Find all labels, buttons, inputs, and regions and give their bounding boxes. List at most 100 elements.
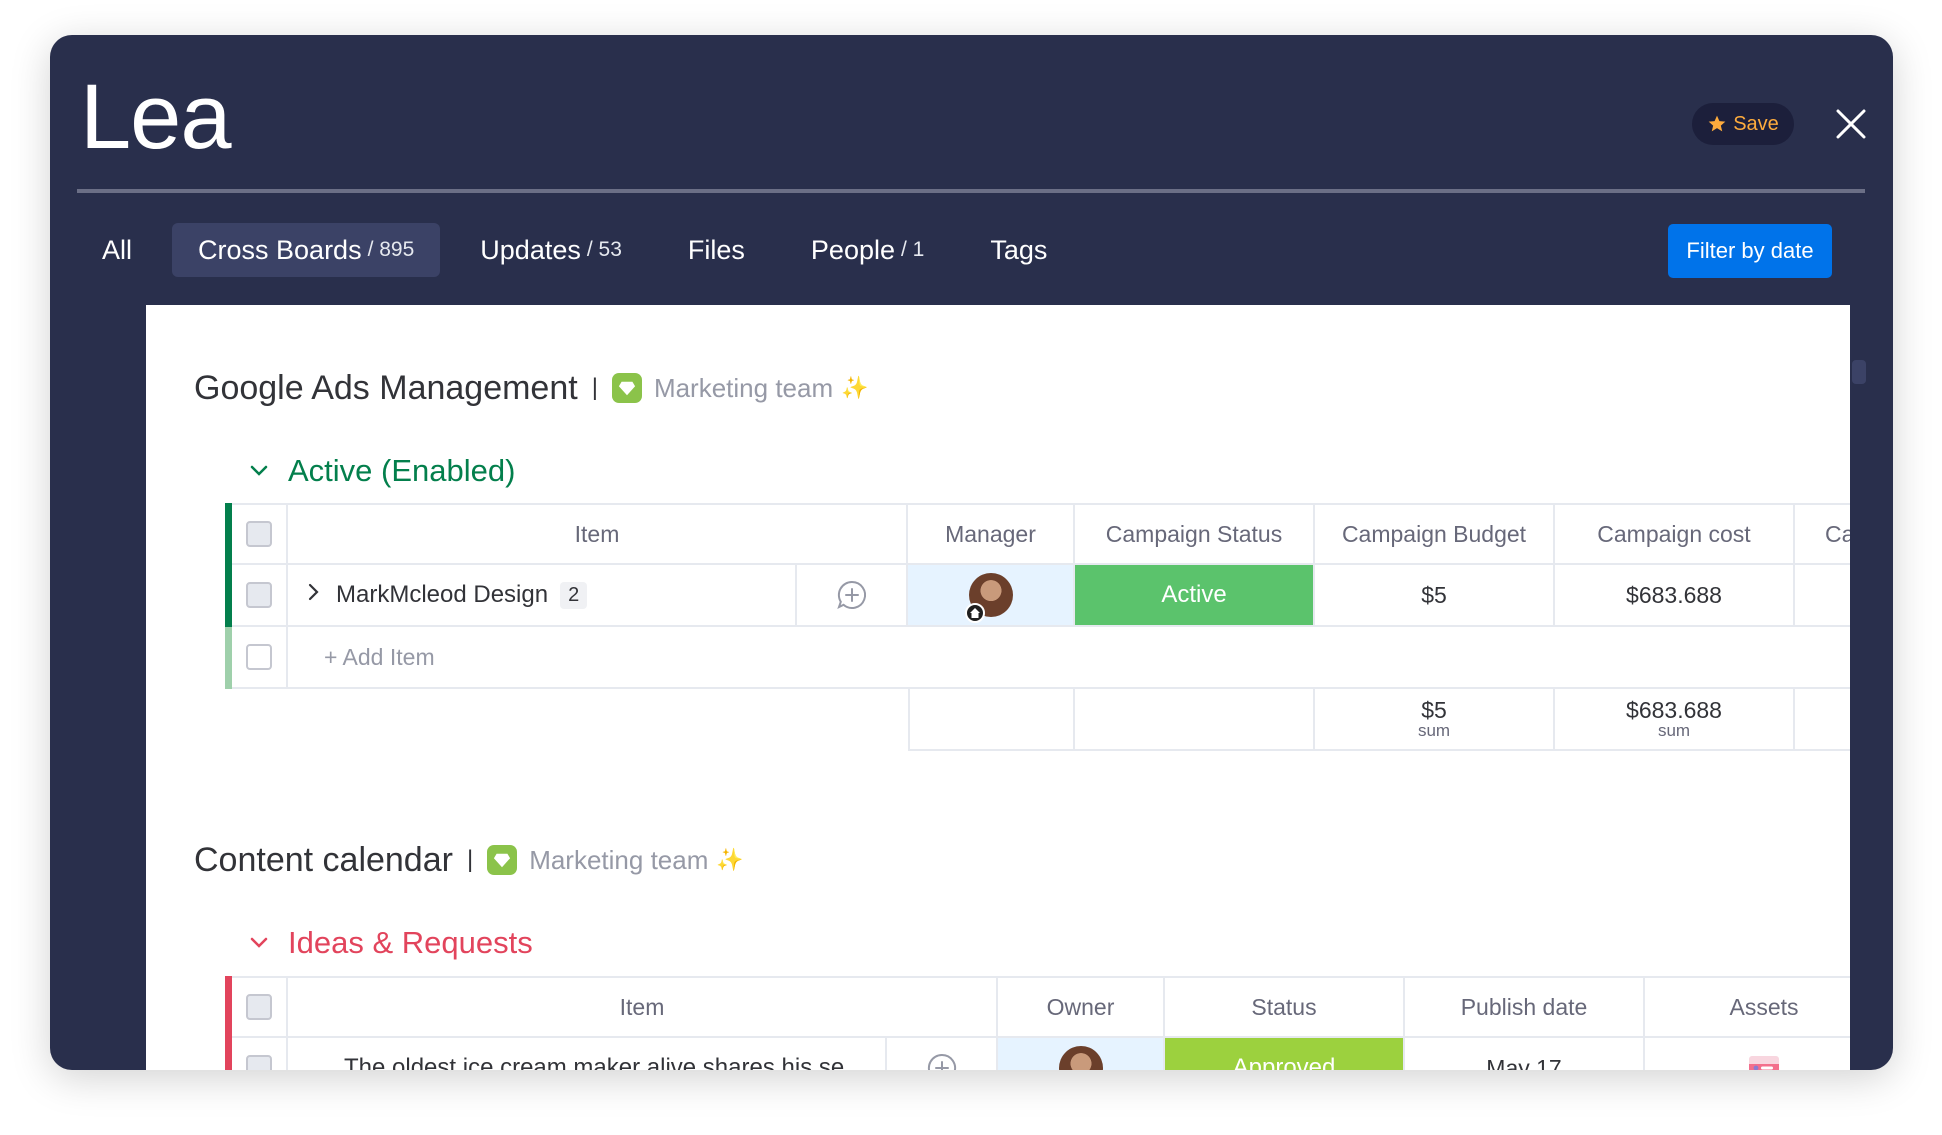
updates-cell[interactable] [797, 565, 908, 627]
owner-cell[interactable] [998, 1038, 1165, 1070]
tab-label: Cross Boards [198, 234, 362, 265]
column-header[interactable]: Status [1165, 976, 1405, 1038]
sparkle-icon: ✨ [841, 375, 869, 400]
column-header[interactable]: Manager [908, 503, 1075, 565]
column-header[interactable]: Item [288, 503, 908, 565]
workspace-icon [611, 373, 642, 403]
cost-sum: $683.688 sum [1555, 689, 1795, 751]
board-header: Content calendar | Marketing team ✨ [194, 837, 744, 883]
manager-cell[interactable] [908, 565, 1075, 627]
column-header[interactable]: Owner [998, 976, 1165, 1038]
tab-label: All [102, 234, 133, 265]
tab-files[interactable]: Files [662, 223, 771, 277]
select-all-checkbox[interactable] [246, 521, 272, 547]
chevron-right-icon [308, 583, 319, 600]
table-header-row: Item Manager Campaign Status Campaign Bu… [225, 503, 1850, 565]
tab-label: People [810, 234, 895, 265]
scrollbar-thumb[interactable] [1852, 360, 1866, 384]
results-panel: Google Ads Management | Marketing team ✨… [146, 305, 1850, 1070]
image-file-icon [1749, 1056, 1779, 1070]
subitems-count[interactable]: 2 [560, 581, 588, 609]
expand-subitems-button[interactable] [302, 581, 324, 610]
row-checkbox[interactable] [246, 582, 272, 608]
group-color-bar [225, 1038, 232, 1070]
tab-count: / 895 [367, 238, 415, 261]
row-checkbox-cell [232, 565, 288, 627]
header-divider [77, 189, 1865, 193]
summary-cell [1075, 689, 1315, 751]
tab-label: Files [687, 234, 745, 265]
workspace-name[interactable]: Marketing team [654, 373, 833, 404]
column-header[interactable]: Campaign Budget [1315, 503, 1555, 565]
group-title: Active (Enabled) [288, 453, 516, 488]
select-all-cell [232, 976, 288, 1038]
tab-label: Tags [990, 234, 1048, 265]
tab-cross-boards[interactable]: Cross Boards/ 895 [172, 223, 441, 277]
add-item-input[interactable]: + Add Item [288, 627, 1850, 689]
save-label: Save [1733, 112, 1779, 135]
budget-sum: $5 sum [1315, 689, 1555, 751]
item-name-cell[interactable]: MarkMcleod Design 2 [288, 565, 797, 627]
select-all-cell [232, 503, 288, 565]
home-icon [964, 603, 985, 623]
star-icon [1708, 115, 1726, 132]
truncated-cell[interactable] [1795, 565, 1850, 627]
close-icon [1836, 109, 1866, 139]
row-checkbox-cell [232, 1038, 288, 1070]
tab-updates[interactable]: Updates/ 53 [454, 223, 648, 277]
board-title[interactable]: Google Ads Management [194, 369, 578, 408]
diamond-icon [494, 853, 511, 868]
status-badge[interactable]: Active [1075, 565, 1315, 627]
group-color-bar [225, 976, 232, 1038]
budget-cell[interactable]: $5 [1315, 565, 1555, 627]
column-header[interactable]: Ca [1795, 503, 1850, 565]
add-item-checkbox-cell [232, 627, 288, 689]
group-header[interactable]: Ideas & Requests [246, 923, 533, 963]
select-all-checkbox[interactable] [246, 994, 272, 1020]
group-header[interactable]: Active (Enabled) [246, 451, 515, 491]
add-item-checkbox[interactable] [246, 644, 272, 670]
group-color-bar [225, 503, 232, 565]
publish-date-cell[interactable]: May 17 [1405, 1038, 1645, 1070]
add-update-icon [836, 580, 866, 609]
column-header[interactable]: Campaign cost [1555, 503, 1795, 565]
status-badge[interactable]: Approved [1165, 1038, 1405, 1070]
summary-cell [908, 689, 1075, 751]
column-header[interactable]: Publish date [1405, 976, 1645, 1038]
item-name: MarkMcleod Design [336, 581, 549, 608]
table-row: MarkMcleod Design 2 Active $5 $683.688 [225, 565, 1850, 627]
close-button[interactable] [1832, 105, 1870, 143]
row-checkbox[interactable] [246, 1055, 272, 1070]
summary-row: $5 sum $683.688 sum [908, 689, 1850, 751]
cost-cell[interactable]: $683.688 [1555, 565, 1795, 627]
filter-by-date-button[interactable]: Filter by date [1668, 224, 1832, 278]
board-title[interactable]: Content calendar [194, 841, 453, 880]
tab-count: / 53 [586, 238, 622, 261]
avatar [964, 573, 1013, 623]
column-header[interactable]: Campaign Status [1075, 503, 1315, 565]
sparkle-icon: ✨ [716, 847, 744, 872]
item-name: The oldest ice cream maker alive shares … [344, 1054, 865, 1070]
tab-all[interactable]: All [76, 223, 158, 277]
table-header-row: Item Owner Status Publish date Assets [225, 976, 1850, 1038]
workspace-name[interactable]: Marketing team [529, 845, 708, 876]
group-title: Ideas & Requests [288, 925, 533, 960]
assets-cell[interactable] [1645, 1038, 1850, 1070]
save-button[interactable]: Save [1692, 103, 1794, 145]
chevron-down-icon[interactable] [246, 458, 272, 484]
sum-label: sum [1657, 721, 1691, 741]
group-color-bar [225, 627, 232, 689]
tab-people[interactable]: People / 1 [785, 223, 950, 277]
chevron-down-icon[interactable] [246, 930, 272, 956]
column-header[interactable]: Assets [1645, 976, 1850, 1038]
tab-count: / 1 [901, 238, 925, 261]
column-header[interactable]: Item [288, 976, 998, 1038]
search-modal: Lea Save All Cross Boards/ 895 Updates / … [50, 35, 1893, 1070]
table-row: The oldest ice cream maker alive shares … [225, 1038, 1850, 1070]
tab-bar: All Cross Boards/ 895 Updates/ 53 Files … [76, 223, 1087, 277]
separator: | [466, 846, 474, 873]
item-name-cell[interactable]: The oldest ice cream maker alive shares … [288, 1038, 887, 1070]
sum-label: sum [1417, 721, 1451, 741]
tab-tags[interactable]: Tags [964, 223, 1073, 277]
updates-cell[interactable] [887, 1038, 998, 1070]
